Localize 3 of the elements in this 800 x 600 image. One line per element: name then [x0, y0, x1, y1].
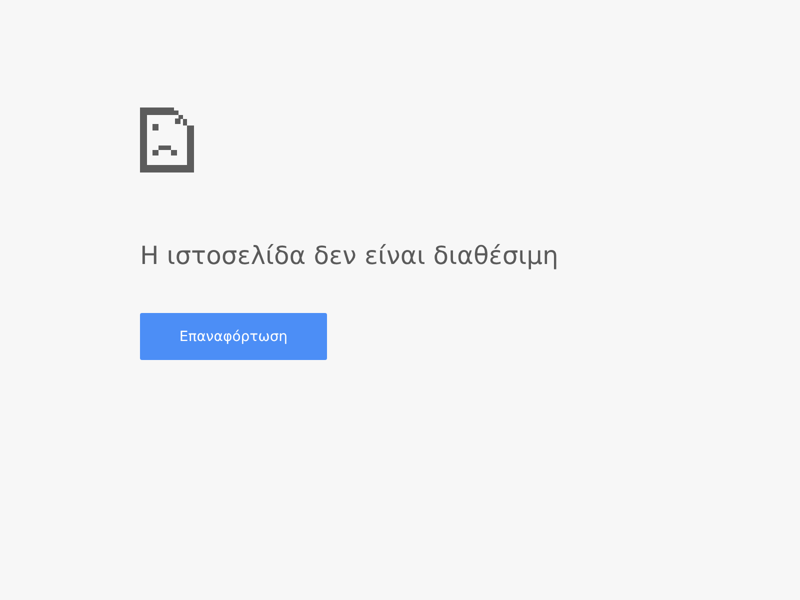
reload-button[interactable]: Επαναφόρτωση [140, 313, 327, 360]
error-heading: Η ιστοσελίδα δεν είναι διαθέσιμη [140, 240, 558, 272]
sad-page-icon [140, 107, 194, 173]
